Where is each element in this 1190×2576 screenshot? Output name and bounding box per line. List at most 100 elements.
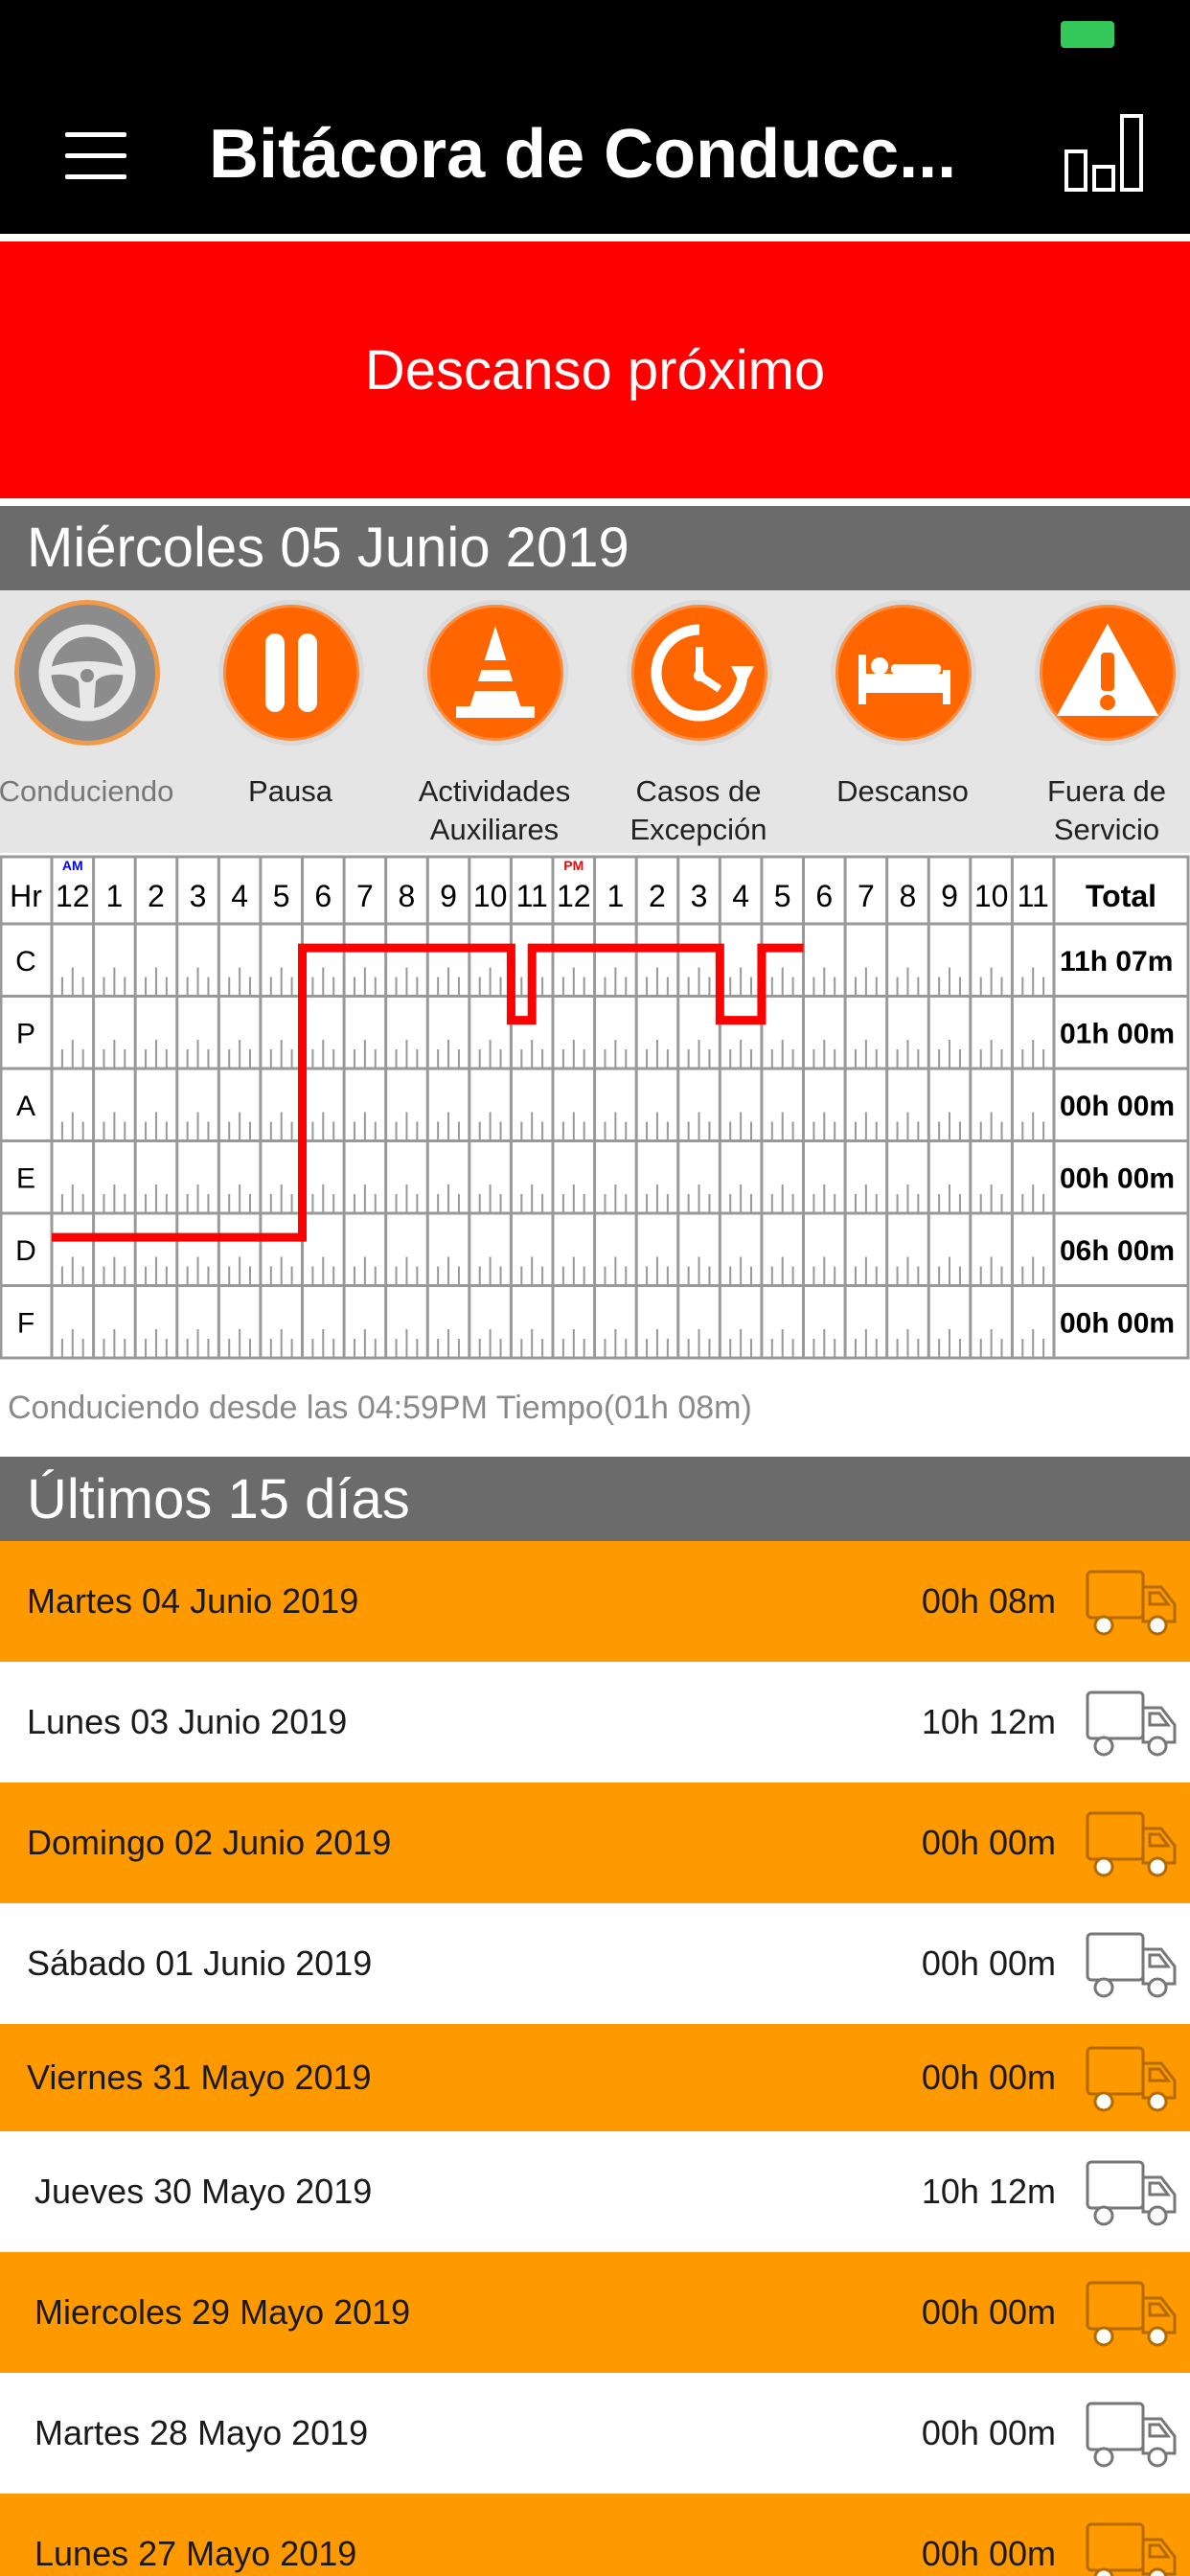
day-total-time: 00h 00m	[921, 2534, 1056, 2573]
status-off-duty-label: Fuera de Servicio	[1046, 774, 1167, 846]
day-date: Martes 04 Junio 2019	[27, 1581, 359, 1621]
status-driving-button[interactable]: Conduciendo	[0, 600, 182, 851]
grid-row-code: A	[16, 1091, 35, 1122]
traffic-cone-icon	[423, 600, 568, 746]
grid-hour-label: 4	[732, 879, 749, 913]
day-date: Jueves 30 Mayo 2019	[34, 2172, 373, 2211]
day-row[interactable]: Martes 28 Mayo 2019 00h 00m	[0, 2373, 1190, 2494]
day-row[interactable]: Lunes 27 Mayo 2019 00h 00m	[0, 2494, 1190, 2576]
grid-hour-label: 5	[774, 879, 791, 913]
day-total-time: 00h 00m	[921, 2413, 1056, 2452]
day-row[interactable]: Lunes 03 Junio 2019 10h 12m	[0, 1662, 1190, 1782]
page-title: Bitácora de Conducc...	[209, 116, 957, 193]
grid-hour-label: 6	[314, 879, 332, 913]
pause-icon	[218, 600, 364, 746]
status-pause-label: Pausa	[248, 774, 332, 808]
day-total-time: 10h 12m	[921, 1702, 1056, 1741]
grid-hour-label: 2	[148, 879, 165, 913]
battery-icon	[1061, 21, 1114, 48]
grid-hour-label: 10	[974, 879, 1009, 913]
current-day-header: Miércoles 05 Junio 2019	[0, 506, 1190, 590]
grid-row-code: C	[15, 946, 36, 978]
grid-hour-label: 4	[231, 879, 248, 913]
day-row[interactable]: Martes 04 Junio 2019 00h 08m	[0, 1541, 1190, 1662]
grid-row-total: 00h 00m	[1060, 1307, 1175, 1339]
grid-hour-label: 1	[105, 879, 123, 913]
grid-row-total: 11h 07m	[1060, 946, 1173, 978]
day-date: Lunes 27 Mayo 2019	[34, 2534, 357, 2573]
grid-hour-label: 7	[858, 879, 875, 913]
status-rest-button[interactable]: Descanso	[807, 600, 998, 851]
grid-hour-label: 11	[516, 879, 548, 913]
grid-hour-label: 6	[815, 879, 833, 913]
grid-row-code: E	[16, 1162, 35, 1194]
rest-warning-banner: Descanso próximo	[0, 242, 1190, 502]
last-15-days-header: Últimos 15 días	[0, 1457, 1190, 1543]
status-exception-button[interactable]: Casos de Excepción	[603, 600, 794, 851]
grid-row-total: 01h 00m	[1060, 1018, 1175, 1049]
grid-hour-label: 8	[399, 879, 416, 913]
grid-total-header: Total	[1086, 879, 1156, 913]
grid-row-total: 00h 00m	[1060, 1162, 1175, 1194]
status-auxiliary-label: Actividades Auxiliares	[418, 774, 571, 846]
grid-hour-label: 11	[1018, 879, 1049, 913]
duty-log-chart: Hr 12 1 2 3 4 5 6 7 8 9 10 11 12 1 2 3 4 5 6 7 8 9 10 11AM PMTota…	[0, 855, 1190, 1360]
clock-icon	[627, 600, 772, 746]
grid-hour-label: 9	[941, 879, 958, 913]
grid-hour-label: 9	[440, 879, 457, 913]
truck-icon	[1086, 2046, 1177, 2112]
day-date: Viernes 31 Mayo 2019	[27, 2058, 372, 2097]
grid-hour-label: 3	[691, 879, 708, 913]
truck-icon	[1086, 1690, 1177, 1757]
status-off-duty-button[interactable]: Fuera de Servicio	[1011, 600, 1190, 851]
bar-chart-icon[interactable]	[1064, 113, 1144, 192]
day-row[interactable]: Sábado 01 Junio 2019 00h 00m	[0, 1903, 1190, 2024]
grid-hour-label: 3	[190, 879, 207, 913]
grid-hour-label: 12	[557, 879, 591, 913]
day-row[interactable]: Domingo 02 Junio 2019 00h 00m	[0, 1782, 1190, 1903]
truck-icon	[1086, 2160, 1177, 2226]
grid-hour-label: 8	[900, 879, 917, 913]
day-row[interactable]: Jueves 30 Mayo 2019 10h 12m	[0, 2131, 1190, 2252]
grid-row-code: P	[16, 1018, 35, 1049]
day-date: Miercoles 29 Mayo 2019	[34, 2292, 411, 2332]
pm-marker: PM	[563, 858, 584, 873]
bed-icon	[831, 600, 976, 746]
day-total-time: 00h 08m	[921, 1581, 1056, 1621]
steering-wheel-icon	[14, 600, 160, 746]
day-date: Lunes 03 Junio 2019	[27, 1702, 348, 1741]
day-row[interactable]: Viernes 31 Mayo 2019 00h 00m	[0, 2024, 1190, 2131]
grid-row-code: D	[15, 1235, 36, 1267]
status-exception-label: Casos de Excepción	[629, 774, 767, 846]
warning-icon	[1035, 600, 1180, 746]
day-total-time: 00h 00m	[921, 2292, 1056, 2332]
day-total-time: 00h 00m	[921, 1823, 1056, 1862]
banner-text: Descanso próximo	[364, 338, 826, 402]
grid-hour-label: 2	[649, 879, 666, 913]
grid-hour-label: 5	[273, 879, 290, 913]
truck-icon	[1086, 1811, 1177, 1877]
truck-icon	[1086, 1932, 1177, 1998]
status-driving-label: Conduciendo	[0, 774, 174, 808]
truck-icon	[1086, 2522, 1177, 2576]
nav-bar: Bitácora de Conducc...	[0, 75, 1190, 238]
days-list: Martes 04 Junio 2019 00h 08m Lunes 03 Juni…	[0, 1541, 1190, 2576]
day-total-time: 10h 12m	[921, 2172, 1056, 2211]
hamburger-menu-icon[interactable]	[65, 128, 126, 182]
status-auxiliary-button[interactable]: Actividades Auxiliares	[399, 600, 590, 851]
status-pause-button[interactable]: Pausa	[195, 600, 386, 851]
am-marker: AM	[62, 858, 83, 873]
duty-log-grid: Hr 12 1 2 3 4 5 6 7 8 9 10 11 12 1 2 3 4 5 6 7 8 9 10 11 AM PM Tota…	[0, 853, 1190, 1361]
day-row[interactable]: Miercoles 29 Mayo 2019 00h 00m	[0, 2252, 1190, 2373]
day-total-time: 00h 00m	[921, 2058, 1056, 2097]
status-rest-label: Descanso	[836, 774, 969, 808]
grid-hr-label: Hr	[10, 879, 42, 913]
truck-icon	[1086, 2402, 1177, 2468]
grid-row-code: F	[17, 1307, 34, 1339]
truck-icon	[1086, 2281, 1177, 2347]
grid-row-total: 06h 00m	[1060, 1235, 1175, 1267]
grid-hour-label: 12	[56, 879, 90, 913]
truck-icon	[1086, 1570, 1177, 1636]
grid-hour-label: 7	[356, 879, 374, 913]
day-total-time: 00h 00m	[921, 1944, 1056, 1983]
